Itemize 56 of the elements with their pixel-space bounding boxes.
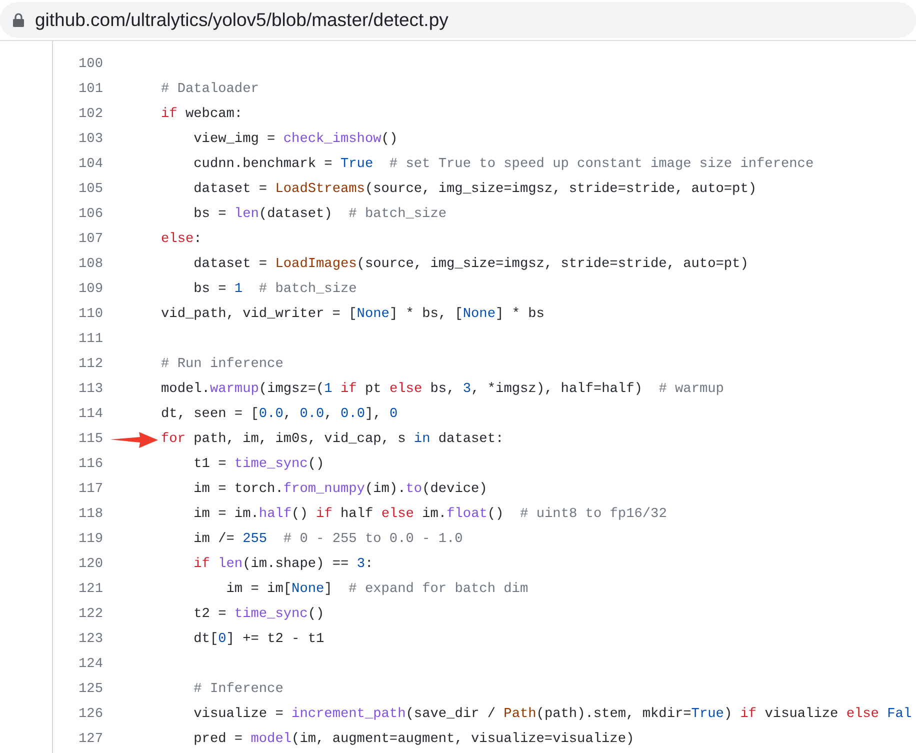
line-number: 125 bbox=[78, 682, 103, 697]
code-line: t1 = time_sync() bbox=[192, 457, 324, 472]
code-line: visualize = increment_path(save_dir / Path(path).stem, mkdir=True) if visualize else Fal bbox=[192, 707, 912, 722]
code-line: for path, im, im0s, vid_cap, s in dataset: bbox=[161, 432, 504, 447]
code-line: bs = 1 # batch_size bbox=[192, 282, 357, 297]
code-line: if len(im.shape) == 3: bbox=[192, 557, 374, 572]
line-number: 104 bbox=[78, 157, 103, 172]
code-line: im = torch.from_numpy(im).to(device) bbox=[192, 482, 488, 497]
code-line: # Inference bbox=[192, 682, 284, 697]
line-number: 105 bbox=[78, 182, 103, 197]
line-number: 103 bbox=[78, 132, 103, 147]
line-number: 113 bbox=[78, 382, 103, 397]
line-number: 118 bbox=[78, 507, 103, 522]
line-number: 110 bbox=[78, 307, 103, 322]
line-number: 122 bbox=[78, 607, 103, 622]
line-number: 106 bbox=[78, 207, 103, 222]
code-line: im = im[None] # expand for batch dim bbox=[225, 582, 528, 597]
line-number: 101 bbox=[78, 82, 103, 97]
line-number: 108 bbox=[78, 257, 103, 272]
line-number: 117 bbox=[78, 482, 103, 497]
code-line: cudnn.benchmark = True # set True to speed up constant image size inference bbox=[192, 157, 814, 172]
line-number: 121 bbox=[78, 582, 103, 597]
line-number: 119 bbox=[78, 532, 103, 547]
code-line: vid_path, vid_writer = [None] * bs, [None] * bs bbox=[161, 307, 544, 322]
line-number: 123 bbox=[78, 632, 103, 647]
code-line: else: bbox=[161, 232, 202, 247]
code-line: view_img = check_imshow() bbox=[192, 132, 398, 147]
line-number: 107 bbox=[78, 232, 103, 247]
code-line: im /= 255 # 0 - 255 to 0.0 - 1.0 bbox=[192, 532, 463, 547]
code-line: model.warmup(imgsz=(1 if pt else bs, 3, *imgsz), half=half) # warmup bbox=[161, 382, 724, 397]
code-line: pred = model(im, augment=augment, visualize=visualize) bbox=[192, 732, 634, 747]
address-bar[interactable]: github.com/ultralytics/yolov5/blob/master/detect.py bbox=[0, 2, 916, 38]
lock-icon bbox=[13, 13, 24, 27]
code-line: dt[0] += t2 - t1 bbox=[192, 632, 324, 647]
line-number: 115 bbox=[78, 432, 103, 447]
code-line: dataset = LoadImages(source, img_size=imgsz, stride=stride, auto=pt) bbox=[192, 257, 748, 272]
line-number: 116 bbox=[78, 457, 103, 472]
line-number: 127 bbox=[78, 732, 103, 747]
code-line: dataset = LoadStreams(source, img_size=imgsz, stride=stride, auto=pt) bbox=[192, 182, 757, 197]
code-line: # Dataloader bbox=[161, 82, 259, 97]
line-number: 109 bbox=[78, 282, 103, 297]
line-number: 102 bbox=[78, 107, 103, 122]
code-line: bs = len(dataset) # batch_size bbox=[192, 207, 447, 222]
line-number: 100 bbox=[78, 57, 103, 72]
code-line: im = im.half() if half else im.float() # uint8 to fp16/32 bbox=[192, 507, 667, 522]
line-number: 112 bbox=[78, 357, 103, 372]
url-text: github.com/ultralytics/yolov5/blob/master/detect.py bbox=[35, 9, 448, 31]
code-line: # Run inference bbox=[161, 357, 284, 372]
line-number: 120 bbox=[78, 557, 103, 572]
line-number: 111 bbox=[78, 332, 103, 347]
line-number: 126 bbox=[78, 707, 103, 722]
line-number: 124 bbox=[78, 657, 103, 672]
code-line: t2 = time_sync() bbox=[192, 607, 324, 622]
code-line: if webcam: bbox=[161, 107, 243, 122]
code-line: dt, seen = [0.0, 0.0, 0.0], 0 bbox=[161, 407, 398, 422]
line-number: 114 bbox=[78, 407, 103, 422]
